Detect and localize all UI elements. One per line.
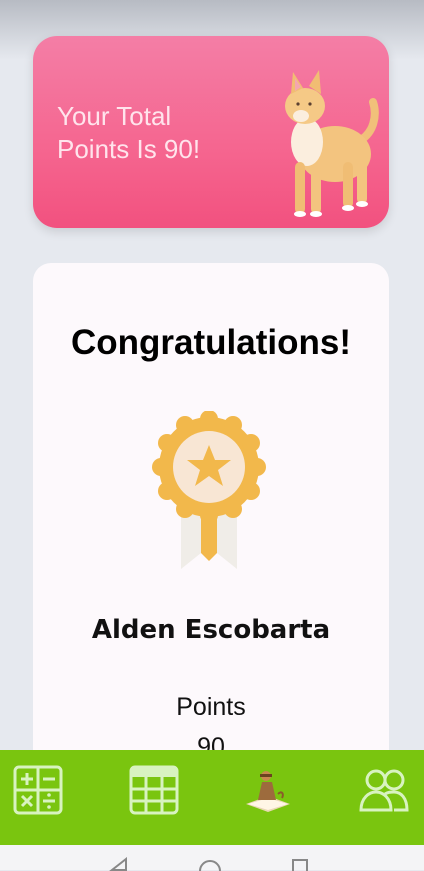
- reading-person-icon[interactable]: [242, 764, 294, 816]
- recents-icon[interactable]: [290, 857, 310, 871]
- system-navigation-bar: [0, 845, 424, 871]
- congratulations-card: Congratulations! Alden Escobarta Points …: [33, 263, 389, 783]
- table-grid-icon[interactable]: [128, 764, 180, 816]
- total-points-banner: Your Total Points Is 90!: [33, 36, 389, 228]
- users-icon[interactable]: [358, 764, 410, 816]
- total-points-text: Your Total Points Is 90!: [57, 101, 201, 164]
- back-icon[interactable]: [108, 857, 128, 871]
- calculator-icon[interactable]: [12, 764, 64, 816]
- bottom-navigation-bar: [0, 750, 424, 845]
- medal-icon: [152, 411, 266, 569]
- user-name: Alden Escobarta: [91, 615, 331, 645]
- congratulations-title: Congratulations!: [71, 323, 351, 362]
- points-label: Points: [176, 693, 246, 721]
- cat-illustration: [285, 70, 379, 217]
- home-icon[interactable]: [198, 857, 222, 871]
